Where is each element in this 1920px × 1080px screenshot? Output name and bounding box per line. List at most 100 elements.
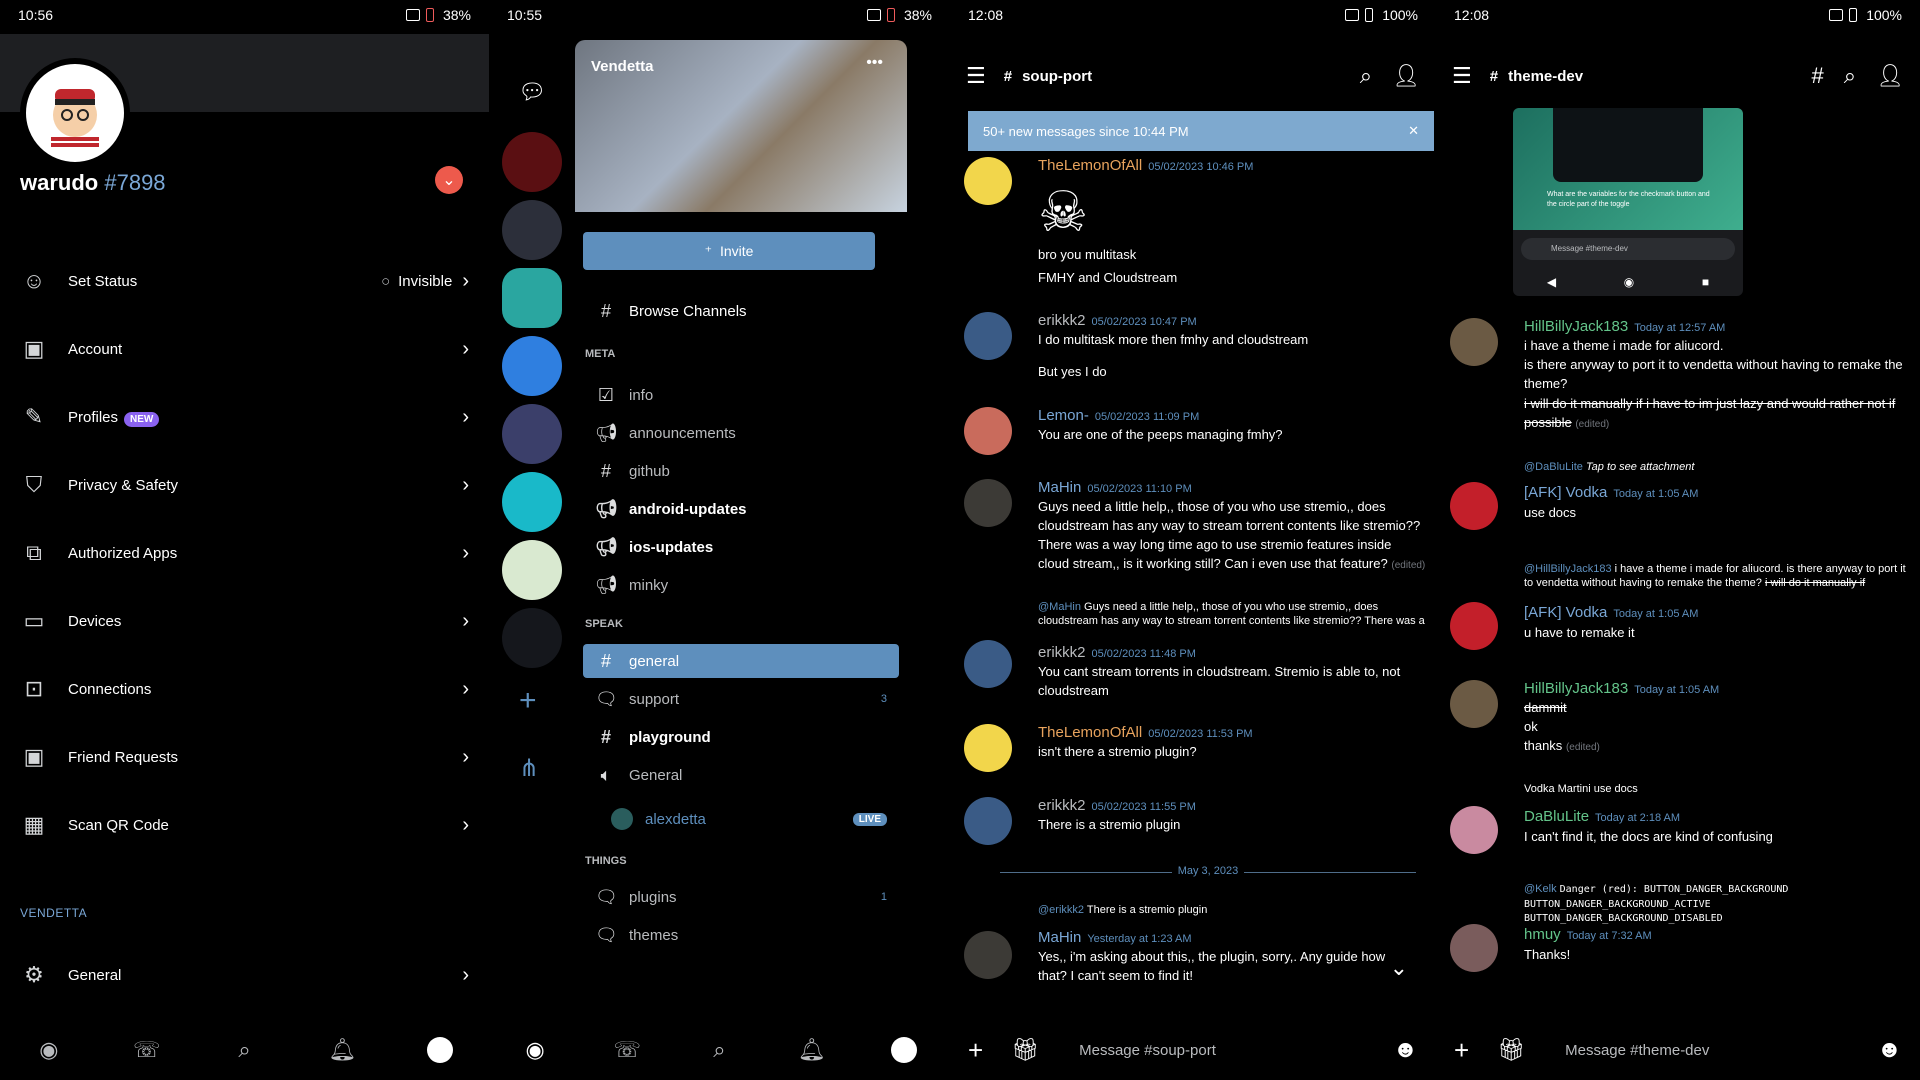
avatar[interactable] [964,931,1012,979]
members-icon[interactable]: 👤︎ [1876,63,1904,89]
hub-icon[interactable]: ⋔ [519,754,539,783]
search-icon[interactable]: ⌕ [1360,63,1372,89]
channel-general[interactable]: # general [583,644,899,678]
avatar[interactable] [1450,806,1498,854]
author-name[interactable]: erikkk2 [1038,644,1086,661]
row-friend-requests[interactable]: ▣ Friend Requests › [0,729,489,785]
search-icon[interactable]: ⌕ [706,1037,732,1063]
scroll-down-icon[interactable]: ⌄ [1390,955,1408,981]
guild-icon[interactable] [502,200,562,260]
author-name[interactable]: [AFK] Vodka [1524,604,1607,621]
author-name[interactable]: MaHin [1038,479,1081,496]
add-server-icon[interactable]: + [519,684,537,718]
channel-announcements[interactable]: 📢︎ announcements [583,416,899,450]
guild-icon[interactable] [502,404,562,464]
search-icon[interactable]: ⌕ [231,1037,257,1063]
guild-gear-icon[interactable] [502,472,562,532]
bell-icon[interactable]: 🔔︎ [328,1037,356,1063]
search-icon[interactable]: ⌕ [1844,63,1856,89]
add-attachment-icon[interactable]: + [1454,1035,1469,1066]
channel-minky[interactable]: 📢︎ minky [583,568,899,602]
channel-android-updates[interactable]: 📢︎ android-updates [583,492,899,526]
avatar[interactable] [20,58,130,168]
reply-preview[interactable]: @DaBluLite Tap to see attachment [1524,460,1910,474]
avatar[interactable] [964,797,1012,845]
bell-icon[interactable]: 🔔︎ [798,1037,826,1063]
chevron-down-icon[interactable]: ⌄ [435,166,463,194]
avatar[interactable] [1450,482,1498,530]
row-authorized-apps[interactable]: ⧉ Authorized Apps › [0,525,489,581]
avatar[interactable] [964,407,1012,455]
emoji-icon[interactable]: ☻ [1393,1036,1418,1064]
avatar[interactable] [1450,318,1498,366]
new-messages-bar[interactable]: 50+ new messages since 10:44 PM ✕ [968,111,1434,151]
row-privacy[interactable]: ⛉ Privacy & Safety › [0,457,489,513]
channel-plugins[interactable]: 🗨︎ plugins 1 [583,880,899,914]
reply-preview[interactable]: Vodka Martini use docs [1524,782,1910,796]
guild-icon[interactable] [502,608,562,668]
channel-themes[interactable]: 🗨︎ themes [583,918,899,952]
profile-avatar-icon[interactable] [890,1037,917,1063]
discord-home-icon[interactable]: ◉ [522,1037,548,1063]
reply-preview[interactable]: @MaHin Guys need a little help,, those o… [1038,600,1426,628]
reply-preview[interactable]: @erikkk2 There is a stremio plugin [1038,903,1426,917]
threads-icon[interactable]: # [1811,63,1823,89]
avatar[interactable] [1450,924,1498,972]
add-attachment-icon[interactable]: + [968,1035,983,1066]
gift-icon[interactable]: 🎁︎ [1011,1037,1039,1063]
menu-icon[interactable]: ☰ [1452,63,1472,89]
avatar[interactable] [964,479,1012,527]
avatar[interactable] [1450,680,1498,728]
author-name[interactable]: TheLemonOfAll [1038,157,1142,174]
reply-preview[interactable]: @Kelk Danger (red): BUTTON_DANGER_BACKGR… [1524,882,1910,897]
avatar[interactable] [964,312,1012,360]
gift-icon[interactable]: 🎁︎ [1497,1037,1525,1063]
row-set-status[interactable]: ☺ Set Status ○ Invisible › [0,253,489,309]
row-account[interactable]: ▣ Account › [0,321,489,377]
browse-channels[interactable]: # Browse Channels [583,294,899,328]
author-name[interactable]: HillBillyJack183 [1524,680,1628,697]
friends-icon[interactable]: ☏ [614,1037,642,1063]
author-name[interactable]: hmuy [1524,926,1561,943]
more-icon[interactable]: ••• [866,54,883,72]
channel-ios-updates[interactable]: 📢︎ ios-updates [583,530,899,564]
category-things[interactable]: THINGS [585,855,627,867]
author-name[interactable]: [AFK] Vodka [1524,484,1607,501]
guild-icon[interactable] [502,540,562,600]
voice-user[interactable]: alexdetta LIVE [599,802,899,836]
menu-icon[interactable]: ☰ [966,63,986,89]
guild-cheese-icon[interactable] [502,336,562,396]
channel-info[interactable]: ☑ info [583,378,899,412]
author-name[interactable]: Lemon- [1038,407,1089,424]
row-profiles[interactable]: ✎ Profiles NEW › [0,389,489,445]
guild-icon[interactable] [502,132,562,192]
author-name[interactable]: MaHin [1038,929,1081,946]
author-name[interactable]: erikkk2 [1038,797,1086,814]
channel-github[interactable]: # github [583,454,899,488]
profile-avatar-icon[interactable] [427,1037,454,1063]
avatar[interactable] [964,724,1012,772]
author-name[interactable]: erikkk2 [1038,312,1086,329]
row-general[interactable]: ⚙ General › [0,947,489,1003]
members-icon[interactable]: 👤︎ [1392,63,1420,89]
channel-playground[interactable]: # playground [583,720,899,754]
row-devices[interactable]: ▭ Devices › [0,593,489,649]
avatar[interactable] [964,640,1012,688]
avatar[interactable] [964,157,1012,205]
discord-home-icon[interactable]: ◉ [36,1037,62,1063]
author-name[interactable]: TheLemonOfAll [1038,724,1142,741]
author-name[interactable]: DaBluLite [1524,808,1589,825]
category-speak[interactable]: SPEAK [585,618,623,630]
invite-button[interactable]: ⁺ Invite [583,232,875,270]
message-input[interactable]: Message #theme-dev [1565,1042,1877,1059]
close-icon[interactable]: ✕ [1408,123,1419,139]
row-scan-qr[interactable]: ▦ Scan QR Code › [0,797,489,853]
row-connections[interactable]: ⊡ Connections › [0,661,489,717]
reply-preview[interactable]: @HillBillyJack183 i have a theme i made … [1524,562,1910,590]
category-meta[interactable]: META [585,348,615,360]
guild-vendetta-icon[interactable] [502,268,562,328]
dm-icon[interactable]: 💬︎ [502,62,562,122]
friends-icon[interactable]: ☏ [133,1037,161,1063]
channel-support[interactable]: 🗨︎ support 3 [583,682,899,716]
attachment-image[interactable]: What are the variables for the checkmark… [1513,108,1743,296]
